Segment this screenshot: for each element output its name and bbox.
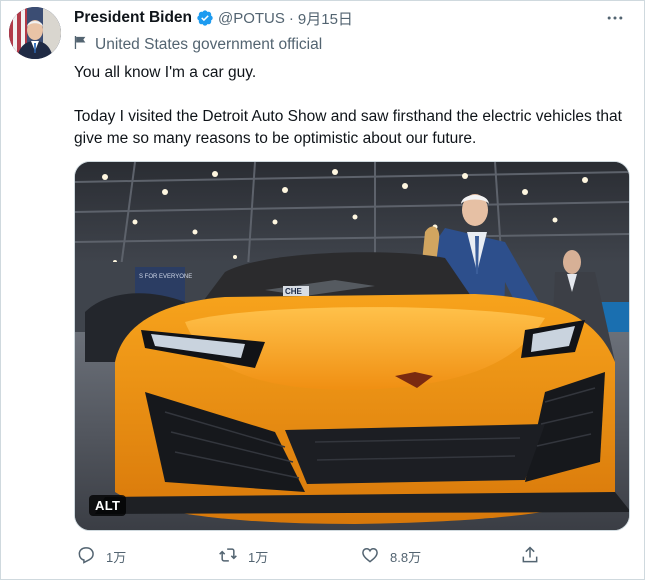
author-name[interactable]: President Biden	[74, 9, 192, 27]
government-flag-icon	[74, 35, 87, 55]
tweet-text: You all know I'm a car guy. Today I visi…	[74, 62, 634, 150]
reply-icon	[76, 545, 96, 568]
reply-count: 1万	[106, 549, 127, 565]
verified-badge-icon	[196, 9, 214, 27]
separator-dot: ·	[288, 9, 294, 27]
share-button[interactable]	[520, 544, 540, 568]
more-icon[interactable]	[602, 7, 628, 29]
tweet-date[interactable]: 9月15日	[298, 8, 353, 29]
like-count: 8.8万	[390, 549, 422, 565]
reply-button[interactable]: 1万	[76, 544, 126, 568]
like-icon	[360, 545, 380, 568]
avatar-image	[9, 7, 61, 59]
retweet-button[interactable]: 1万	[218, 544, 268, 568]
government-label[interactable]: United States government official	[74, 35, 322, 55]
tweet-header: President Biden @POTUS · 9月15日	[74, 7, 632, 29]
share-icon	[520, 545, 540, 568]
tweet-card: President Biden @POTUS · 9月15日 United St…	[0, 0, 645, 580]
government-label-text: United States government official	[95, 36, 323, 53]
alt-badge[interactable]: ALT	[89, 495, 127, 516]
backdrop-sign: S FOR EVERYONE	[139, 274, 192, 280]
tweet-text-line-1: You all know I'm a car guy.	[74, 64, 257, 81]
tweet-photo[interactable]: S FOR EVERYONE CHE ALT	[74, 161, 630, 531]
retweet-icon	[218, 545, 238, 568]
retweet-count: 1万	[248, 549, 269, 565]
avatar[interactable]	[9, 7, 61, 59]
action-bar: 1万 1万 8.8万	[74, 544, 544, 568]
car-photo: S FOR EVERYONE CHE	[75, 162, 629, 530]
like-button[interactable]: 8.8万	[360, 544, 421, 568]
plate-text: CHE	[285, 287, 303, 296]
author-handle[interactable]: @POTUS	[218, 10, 285, 27]
tweet-text-line-2: Today I visited the Detroit Auto Show an…	[74, 108, 622, 147]
